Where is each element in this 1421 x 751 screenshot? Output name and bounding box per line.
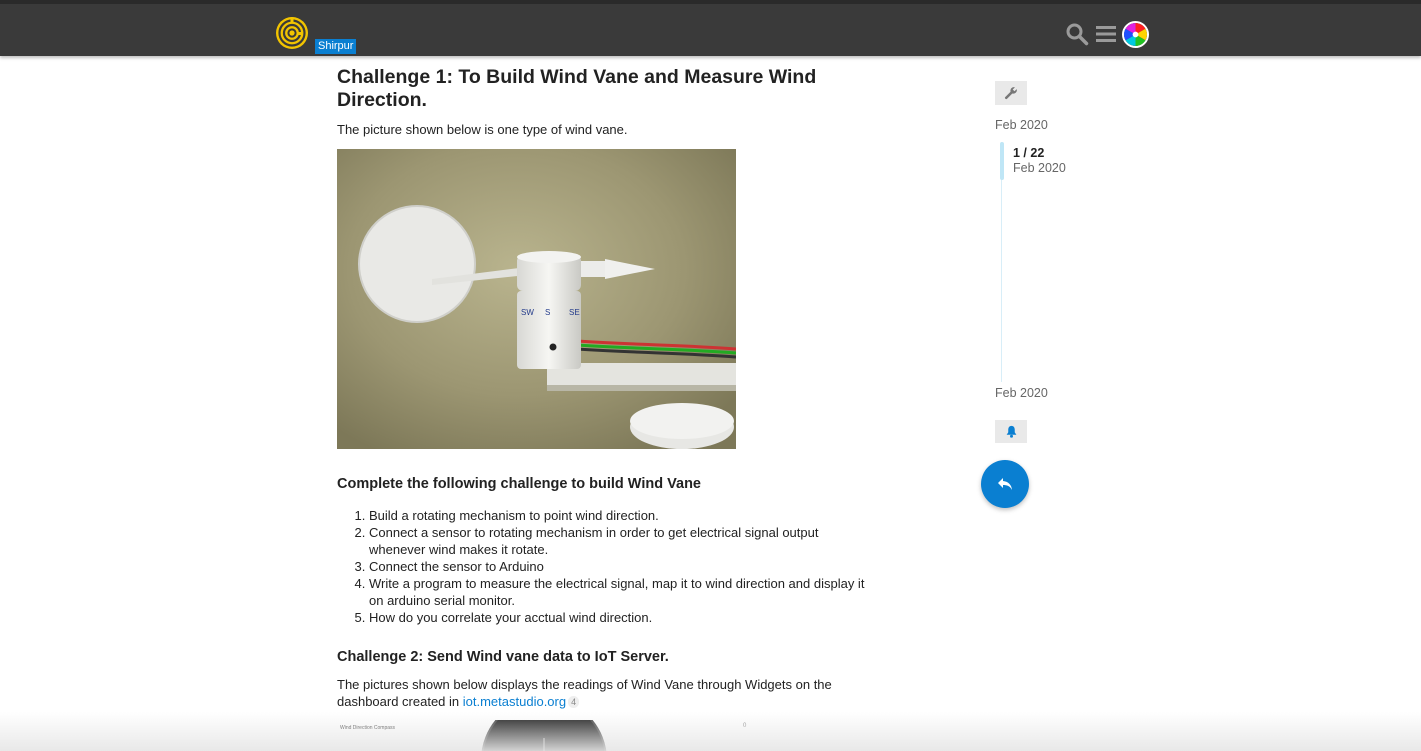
timeline-position-date: Feb 2020 [1013,161,1066,175]
dashboard-paragraph: The pictures shown below displays the re… [337,676,837,710]
avatar[interactable] [1122,21,1149,48]
link-click-count: 4 [568,696,580,708]
svg-text:S: S [545,308,550,317]
wrench-icon [1004,87,1017,100]
widget-image[interactable]: Wind Direction Compass 0 [337,720,757,751]
dashboard-text: The pictures shown below displays the re… [337,677,832,709]
list-item: Write a program to measure the electrica… [369,575,867,609]
hamburger-menu-icon[interactable] [1095,22,1119,46]
list-item: Build a rotating mechanism to point wind… [369,507,867,524]
section-heading-iot: Challenge 2: Send Wind vane data to IoT … [337,649,669,665]
site-header: Shirpur [0,0,1421,56]
reply-icon [998,478,1012,490]
iot-link[interactable]: iot.metastudio.org [463,694,566,709]
timeline-position: 1 / 22 [1013,146,1045,160]
list-item: How do you correlate your acctual wind d… [369,609,867,626]
intro-text: The picture shown below is one type of w… [337,122,628,137]
list-item: Connect the sensor to Arduino [369,558,867,575]
notification-button[interactable] [995,420,1027,443]
logo-icon[interactable] [275,16,309,50]
wind-vane-image[interactable]: SW S SE [337,149,736,449]
bell-icon [1006,425,1016,438]
svg-text:SW: SW [521,308,534,317]
post-body: Challenge 1: To Build Wind Vane and Meas… [337,66,867,751]
site-badge[interactable]: Shirpur [315,39,357,54]
steps-list: Build a rotating mechanism to point wind… [337,507,867,626]
list-item: Connect a sensor to rotating mechanism i… [369,524,867,558]
section-heading-build: Complete the following challenge to buil… [337,476,701,492]
timeline-start-date[interactable]: Feb 2020 [995,118,1048,132]
svg-text:SE: SE [569,308,580,317]
post-title: Challenge 1: To Build Wind Vane and Meas… [337,66,817,111]
timeline-end-date[interactable]: Feb 2020 [995,386,1048,400]
timeline-handle[interactable] [1000,142,1004,180]
search-icon[interactable] [1065,22,1089,46]
reply-button[interactable] [981,460,1029,508]
admin-wrench-button[interactable] [995,81,1027,105]
